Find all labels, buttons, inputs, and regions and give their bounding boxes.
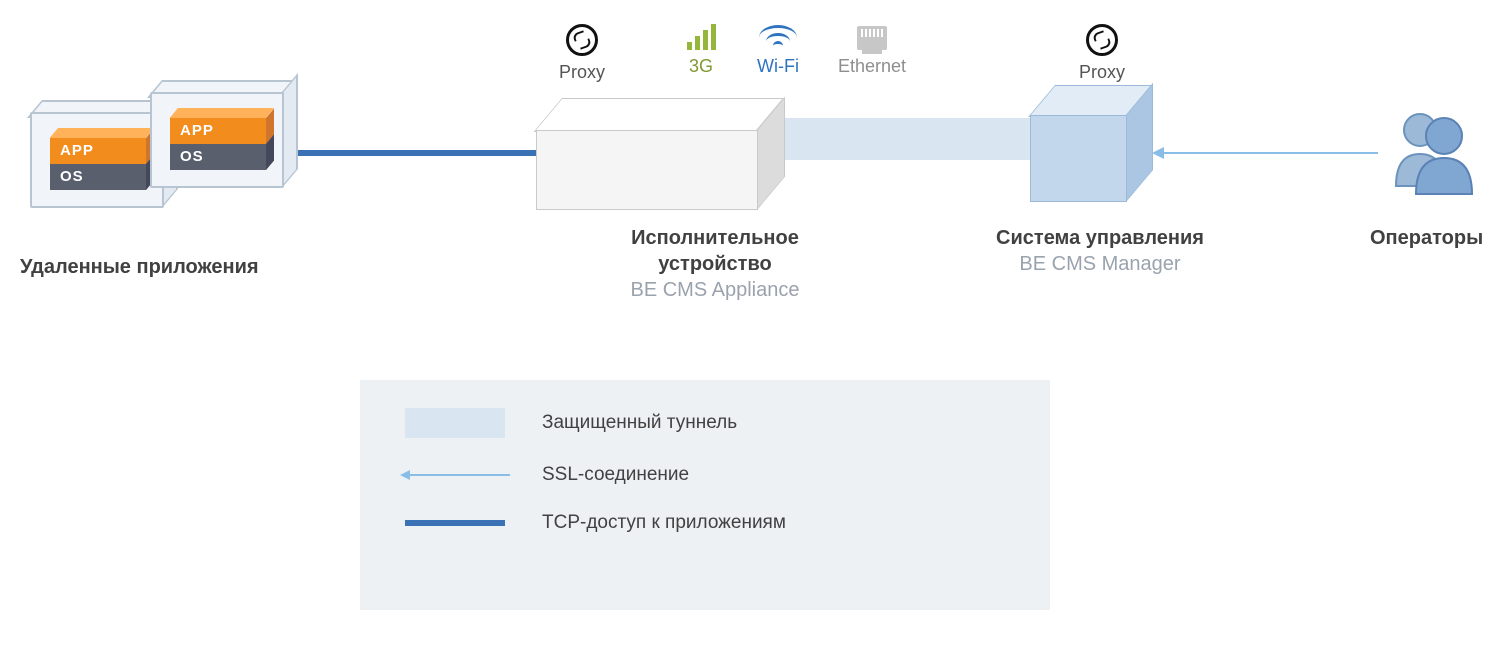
manager-title: Система управления BE CMS Manager [985, 225, 1215, 277]
app-label: APP [50, 138, 146, 164]
sync-icon [566, 24, 598, 56]
sync-icon [1086, 24, 1118, 56]
remote-app-stack-front: APP OS [170, 118, 266, 170]
legend-row-tunnel: Защищенный туннель [400, 408, 1010, 438]
wifi-icon: Wi-Fi [748, 24, 808, 77]
legend-tunnel-swatch [405, 408, 505, 438]
legend-ssl-label: SSL-соединение [542, 464, 689, 486]
appliance-title: Исполнительное устройство BE CMS Applian… [595, 225, 835, 303]
operators-icon [1382, 100, 1482, 200]
proxy-icon-left: Proxy [552, 24, 612, 83]
remote-app-stack-back: APP OS [50, 138, 146, 190]
os-label: OS [50, 164, 146, 190]
appliance-node [536, 98, 786, 208]
tcp-connector [285, 150, 545, 156]
remote-apps-title: Удаленные приложения [20, 254, 259, 280]
app-label: APP [170, 118, 266, 144]
signal-3g-icon: 3G [678, 24, 724, 77]
ethernet-icon: Ethernet [832, 24, 912, 77]
legend-tcp-label: TCP-доступ к приложениям [542, 512, 786, 534]
secure-tunnel-connector [780, 118, 1038, 160]
legend-row-tcp: TCP-доступ к приложениям [400, 512, 1010, 534]
legend-row-ssl: SSL-соединение [400, 464, 1010, 486]
legend-tcp-swatch [405, 520, 505, 526]
ssl-connector [1160, 152, 1378, 154]
manager-node [1030, 85, 1170, 200]
legend-ssl-arrow-icon [400, 470, 410, 480]
legend-tunnel-label: Защищенный туннель [542, 412, 737, 434]
proxy-icon-right: Proxy [1072, 24, 1132, 83]
os-label: OS [170, 144, 266, 170]
operators-title: Операторы [1370, 225, 1483, 251]
architecture-diagram: APP OS APP OS Удаленные приложения Испол… [0, 0, 1509, 648]
legend-panel: Защищенный туннель SSL-соединение TCP-до… [360, 380, 1050, 610]
legend-ssl-line [410, 474, 510, 476]
